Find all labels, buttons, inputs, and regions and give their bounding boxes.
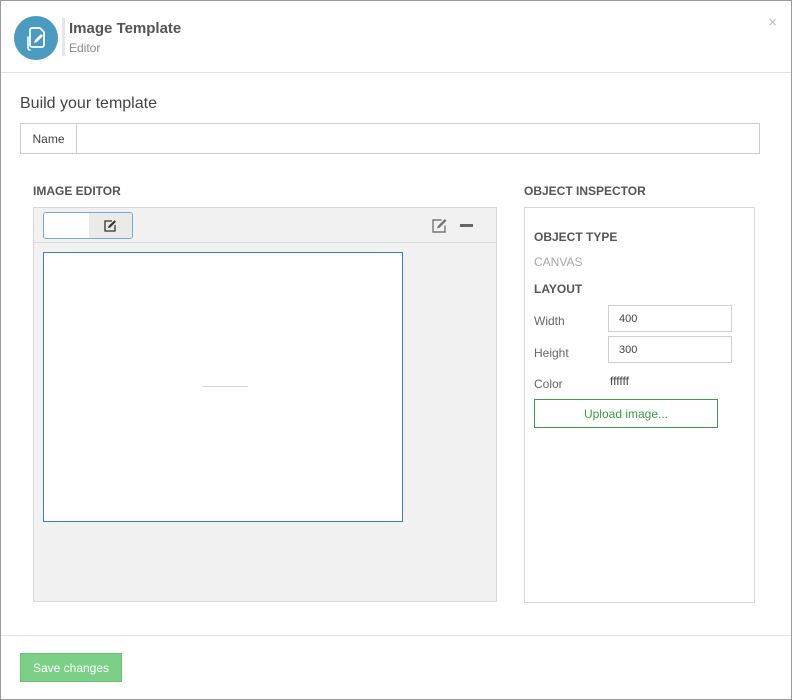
color-value[interactable]: ffffff [610,374,629,388]
upload-image-button[interactable]: Upload image... [534,399,718,428]
object-inspector-panel: OBJECT TYPE CANVAS LAYOUT Width Height C… [524,207,755,603]
editor-toolbar [34,208,496,243]
header-divider [62,18,65,56]
width-input[interactable] [608,305,732,332]
dialog-title: Image Template [69,20,182,37]
toolbar-edit-button[interactable] [430,217,448,233]
height-input[interactable] [608,336,732,363]
footer-divider [1,635,791,636]
image-editor-panel [33,207,497,602]
name-input-group: Name [20,123,760,154]
height-label: Height [534,346,569,360]
object-type-heading: OBJECT TYPE [534,230,618,244]
image-canvas[interactable] [43,252,403,522]
image-template-dialog: Image Template Editor × Build your templ… [0,0,792,700]
width-label: Width [534,314,565,328]
close-button[interactable]: × [768,15,777,30]
edit-tool-button[interactable] [88,213,132,238]
object-inspector-title: OBJECT INSPECTOR [524,184,646,198]
canvas-object-line[interactable] [202,386,248,387]
image-editor-title: IMAGE EDITOR [33,184,121,198]
tool-button-group [43,212,133,239]
document-edit-icon [14,16,58,60]
color-label: Color [534,377,563,391]
section-title: Build your template [20,95,157,112]
name-label: Name [21,124,77,153]
name-input[interactable] [77,124,759,153]
edit-icon [104,220,117,232]
minus-icon[interactable] [460,224,473,227]
dialog-subtitle: Editor [69,41,101,55]
dialog-header: Image Template Editor × [1,1,791,73]
save-changes-button[interactable]: Save changes [20,653,122,682]
edit-icon [431,218,447,233]
layout-heading: LAYOUT [534,282,583,296]
object-type-value: CANVAS [534,255,583,269]
tool-button-blank[interactable] [44,213,89,238]
